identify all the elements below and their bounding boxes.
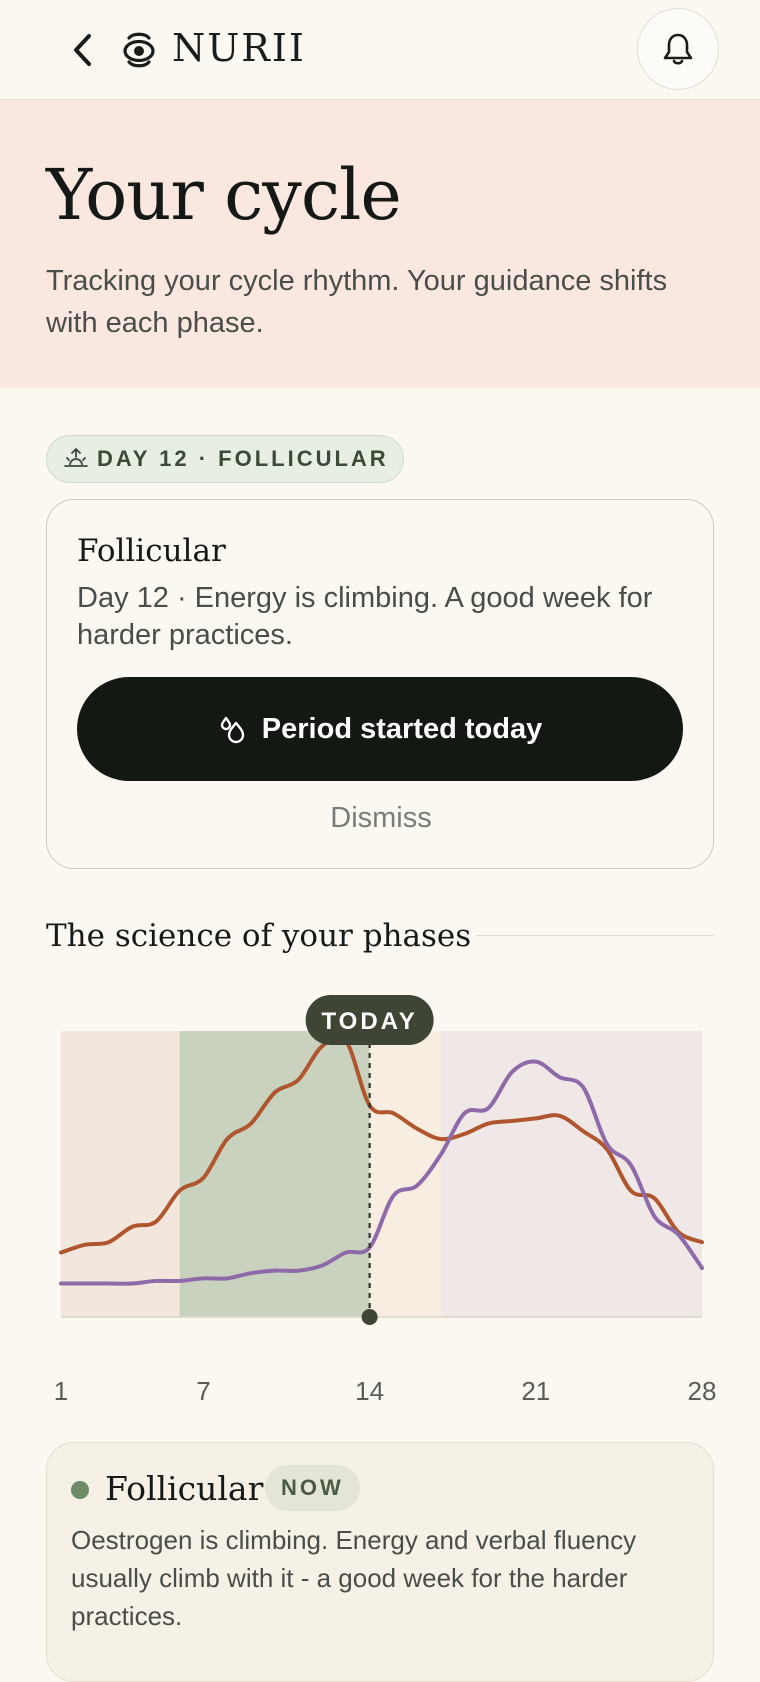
logo-icon	[123, 32, 155, 68]
drops-icon	[220, 716, 244, 744]
notifications-button[interactable]	[637, 8, 719, 90]
phase-band-3	[369, 1031, 441, 1317]
x-tick-label: 28	[687, 1376, 717, 1406]
phase-status-dot	[71, 1481, 89, 1499]
brand-name: NURII	[172, 26, 306, 70]
phase-detail-card: Follicular NOW Oestrogen is climbing. En…	[46, 1442, 714, 1682]
page-subtitle: Tracking your cycle rhythm. Your guidanc…	[46, 265, 668, 339]
phase-band-1	[61, 1031, 180, 1317]
phase-band-4	[440, 1031, 702, 1317]
sunrise-icon	[64, 448, 88, 467]
x-axis-ticks: 1 7 14 21 28	[0, 1376, 760, 1412]
today-label: TODAY	[321, 1008, 417, 1035]
today-marker-dot	[361, 1309, 378, 1325]
dismiss-button[interactable]: Dismiss	[47, 802, 715, 835]
x-tick-label: 14	[355, 1376, 385, 1406]
phase-card: Follicular Day 12 · Energy is climbing. …	[46, 499, 714, 869]
science-section-title: The science of your phases	[46, 918, 472, 954]
x-tick-label: 1	[53, 1376, 69, 1406]
period-started-button[interactable]: Period started today	[77, 677, 683, 781]
cycle-day-label: DAY 12 · FOLLICULAR	[97, 446, 389, 471]
phase-detail-title: Follicular	[105, 1469, 264, 1508]
section-divider	[476, 935, 714, 936]
chevron-left-icon	[74, 34, 91, 66]
top-bar: NURII	[0, 0, 760, 100]
bell-icon	[663, 33, 693, 65]
page-title: Your cycle	[46, 154, 402, 236]
x-tick-label: 7	[196, 1376, 211, 1406]
hormone-chart: TODAY	[59, 995, 704, 1325]
back-button[interactable]	[62, 28, 102, 72]
phase-detail-description: Oestrogen is climbing. Energy and verbal…	[71, 1525, 637, 1631]
phase-card-title: Follicular	[77, 533, 226, 569]
now-badge: NOW	[265, 1465, 360, 1511]
cycle-day-badge: DAY 12 · FOLLICULAR	[46, 435, 404, 483]
hero-banner: Your cycle Tracking your cycle rhythm. Y…	[0, 100, 760, 388]
x-tick-label: 21	[521, 1376, 551, 1406]
phase-card-description: Day 12 · Energy is climbing. A good week…	[77, 582, 653, 651]
period-started-label: Period started today	[261, 712, 543, 745]
